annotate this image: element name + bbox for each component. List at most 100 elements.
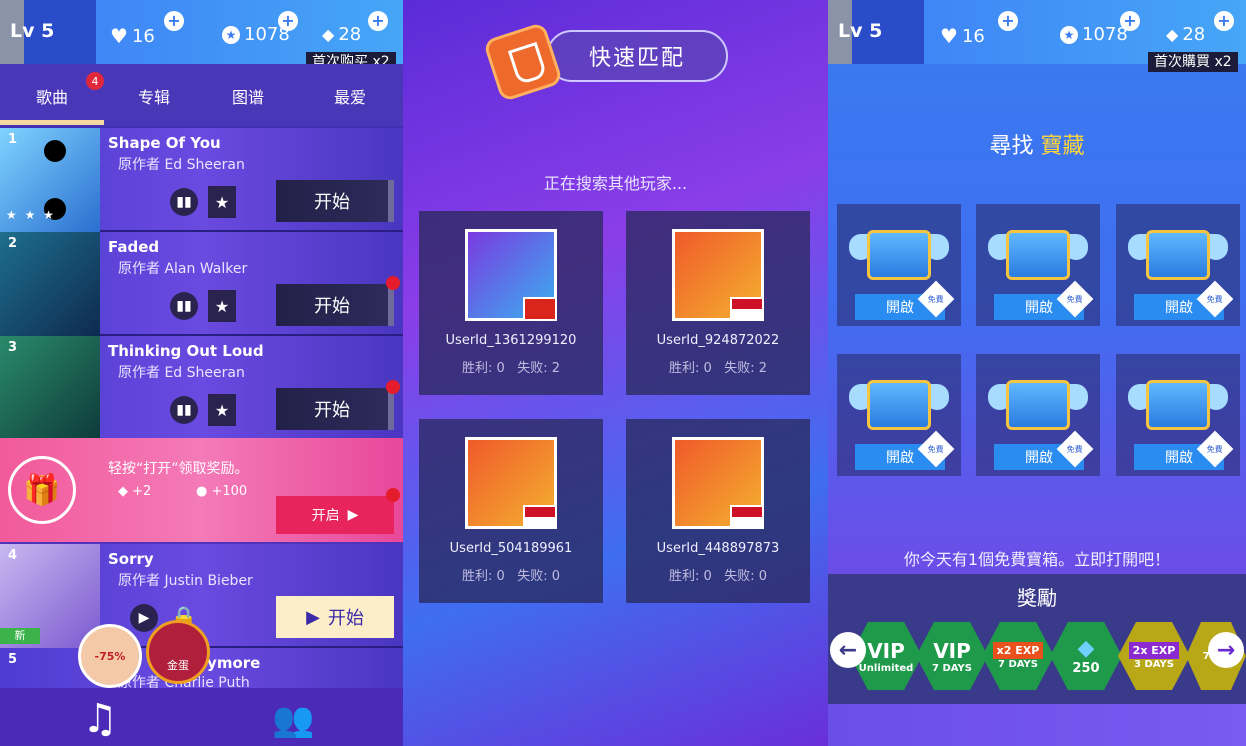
song-artist: 原作者 Ed Sheeran (118, 157, 245, 173)
gems-counter: 28 (1166, 24, 1205, 45)
leaderboard-icon[interactable]: ▮▮ (170, 396, 198, 424)
tab-notification-badge: 4 (86, 72, 104, 90)
player-record: 胜利: 0 失败: 0 (462, 569, 560, 584)
song-title: Shape Of You (108, 134, 221, 152)
song-list-screen: Lv 5 16 + ★ 1078 + 28 + 首次购买 x2 歌曲 专辑 图谱… (0, 0, 403, 746)
hearts-counter: 16 (940, 24, 985, 48)
player-card: UserId_924872022 胜利: 0 失败: 2 (626, 211, 810, 395)
treasure-chest[interactable]: 開啟 免費 (1116, 354, 1240, 476)
coin-icon: ★ (222, 25, 240, 44)
music-note-icon[interactable]: ♫ (82, 696, 118, 742)
player-record: 胜利: 0 失败: 2 (462, 361, 560, 376)
add-hearts-button[interactable]: + (164, 11, 184, 31)
searching-status: 正在搜索其他玩家... (543, 174, 688, 193)
multiplayer-icon[interactable]: 👥 (272, 700, 314, 740)
video-icon: ▶ (306, 606, 320, 628)
reward-coins: ● +100 (196, 484, 248, 499)
bottom-nav: ♫ 👥 (0, 688, 403, 746)
gem-icon (1166, 24, 1178, 45)
song-row[interactable]: 3 Thinking Out Loud 原作者 Ed Sheeran ▮▮ ★ … (0, 336, 403, 440)
leaderboard-icon[interactable]: ▮▮ (170, 292, 198, 320)
song-artist: 原作者 Ed Sheeran (118, 365, 245, 381)
video-icon: ▶ (347, 507, 359, 523)
flag-icon (730, 505, 764, 529)
golden-egg-button[interactable]: 金蛋 (146, 620, 210, 684)
song-artist: 原作者 Justin Bieber (118, 573, 253, 589)
free-chest-message: 你今天有1個免費寶箱。立即打開吧！ (903, 550, 1171, 569)
add-gems-button[interactable]: + (368, 11, 388, 31)
gem-icon (322, 24, 334, 45)
tab-albums[interactable]: 专辑 (138, 84, 170, 108)
open-reward-button[interactable]: 开启 ▶ (276, 496, 394, 534)
start-button[interactable]: 开始 (276, 180, 394, 222)
chest-icon (867, 230, 931, 280)
arrow-right-icon[interactable]: → (1208, 632, 1244, 668)
start-button[interactable]: 开始 (276, 284, 394, 326)
shield-icon (482, 21, 564, 103)
app-root: Lv 5 16 + ★ 1078 + 28 + 首次购买 x2 歌曲 专辑 图谱… (0, 0, 1246, 746)
add-gems-button[interactable]: + (1214, 11, 1234, 31)
song-stars: ★ ★ ★ (6, 208, 56, 222)
bookmark-star-icon[interactable]: ★ (208, 186, 236, 218)
start-button[interactable]: ▶ 开始 (276, 596, 394, 638)
add-coins-button[interactable]: + (1120, 11, 1140, 31)
treasure-chest[interactable]: 開啟 免費 (1116, 204, 1240, 326)
first-buy-badge[interactable]: 首次購買 x2 (1148, 52, 1238, 72)
player-avatar (465, 229, 557, 321)
player-record: 胜利: 0 失败: 0 (669, 569, 767, 584)
arrow-left-icon[interactable]: ← (830, 632, 866, 668)
notification-dot (386, 488, 400, 502)
treasure-chest[interactable]: 開啟 免費 (976, 204, 1100, 326)
new-badge: 新 (0, 628, 40, 644)
top-bar: Lv 5 16 + ★ 1078 + 28 + 首次购买 x2 (0, 0, 403, 72)
gems-counter: 28 (322, 24, 361, 45)
song-artist: 原作者 Alan Walker (118, 261, 248, 277)
start-button[interactable]: 开始 (276, 388, 394, 430)
add-hearts-button[interactable]: + (998, 11, 1018, 31)
chest-icon (1006, 380, 1070, 430)
level-label: Lv 5 (838, 20, 883, 42)
treasure-chest[interactable]: 開啟 免費 (837, 204, 961, 326)
chest-icon (1146, 230, 1210, 280)
coin-icon: ★ (1060, 25, 1078, 44)
add-coins-button[interactable]: + (278, 11, 298, 31)
player-avatar (672, 229, 764, 321)
rewards-label: 獎勵 (1017, 586, 1057, 610)
song-row[interactable]: 1 ★ ★ ★ Shape Of You 原作者 Ed Sheeran ▮▮ ★… (0, 128, 403, 232)
coin-icon: ● (196, 484, 212, 499)
coins-counter: ★ 1078 (1060, 24, 1128, 45)
tab-charts[interactable]: 图谱 (232, 84, 264, 108)
hearts-counter: 16 (110, 24, 155, 48)
song-title: Sorry (108, 550, 154, 568)
song-row[interactable]: 2 Faded 原作者 Alan Walker ▮▮ ★ 开始 (0, 232, 403, 336)
tab-favorites[interactable]: 最爱 (334, 84, 366, 108)
bookmark-star-icon[interactable]: ★ (208, 290, 236, 322)
player-card: UserId_504189961 胜利: 0 失败: 0 (419, 419, 603, 603)
treasure-chest[interactable]: 開啟 免費 (837, 354, 961, 476)
reward-text: 轻按“打开”领取奖励。 (108, 461, 249, 477)
diamond-icon: ◆ (1077, 636, 1095, 661)
player-id: UserId_924872022 (656, 333, 780, 348)
leaderboard-icon[interactable]: ▮▮ (170, 188, 198, 216)
notification-dot (386, 276, 400, 290)
heart-icon (110, 24, 128, 48)
flag-icon (523, 297, 557, 321)
treasure-chest[interactable]: 開啟 免費 (976, 354, 1100, 476)
reward-gems: ◆ +2 (118, 484, 152, 499)
level-box: Lv 5 (828, 0, 924, 64)
player-id: UserId_504189961 (449, 541, 573, 556)
tab-songs[interactable]: 歌曲 (36, 84, 68, 108)
reward-banner[interactable]: 🎁 轻按“打开”领取奖励。 ◆ +2 ● +100 开启 ▶ (0, 438, 403, 542)
play-preview-icon[interactable]: ▶ (130, 604, 158, 632)
discount-offer-button[interactable]: -75% (78, 624, 142, 688)
player-avatar (672, 437, 764, 529)
notification-dot (386, 380, 400, 394)
bookmark-star-icon[interactable]: ★ (208, 394, 236, 426)
quick-match-title: 快速匹配 (546, 30, 728, 82)
song-title: Faded (108, 238, 160, 256)
gift-icon: 🎁 (8, 456, 76, 524)
player-avatar (465, 437, 557, 529)
flag-icon (730, 297, 764, 321)
chest-icon (867, 380, 931, 430)
level-label: Lv 5 (10, 20, 55, 42)
